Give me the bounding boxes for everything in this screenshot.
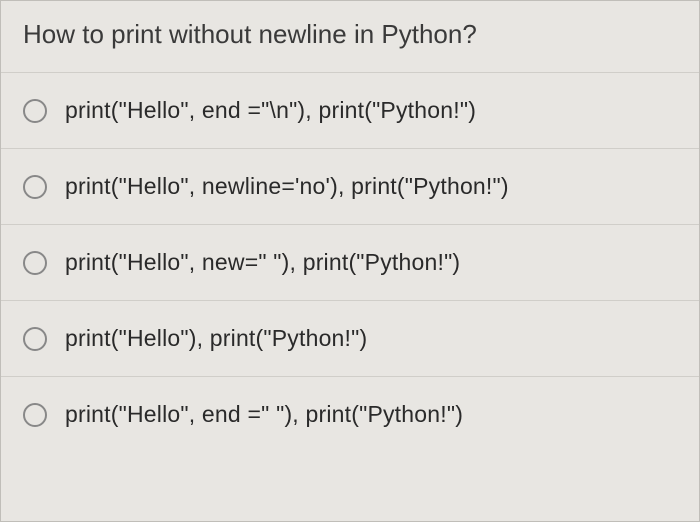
radio-icon[interactable] [23,175,47,199]
option-label: print("Hello", end ="\n"), print("Python… [65,97,476,124]
option-row[interactable]: print("Hello", new=" "), print("Python!"… [1,225,699,301]
question-title: How to print without newline in Python? [1,1,699,73]
radio-icon[interactable] [23,99,47,123]
option-row[interactable]: print("Hello", end ="\n"), print("Python… [1,73,699,149]
quiz-container: How to print without newline in Python? … [0,0,700,522]
option-label: print("Hello", newline='no'), print("Pyt… [65,173,509,200]
options-list: print("Hello", end ="\n"), print("Python… [1,73,699,452]
radio-icon[interactable] [23,251,47,275]
radio-icon[interactable] [23,327,47,351]
option-row[interactable]: print("Hello", newline='no'), print("Pyt… [1,149,699,225]
option-label: print("Hello", end =" "), print("Python!… [65,401,463,428]
option-label: print("Hello", new=" "), print("Python!"… [65,249,460,276]
option-label: print("Hello"), print("Python!") [65,325,367,352]
radio-icon[interactable] [23,403,47,427]
option-row[interactable]: print("Hello", end =" "), print("Python!… [1,377,699,452]
option-row[interactable]: print("Hello"), print("Python!") [1,301,699,377]
